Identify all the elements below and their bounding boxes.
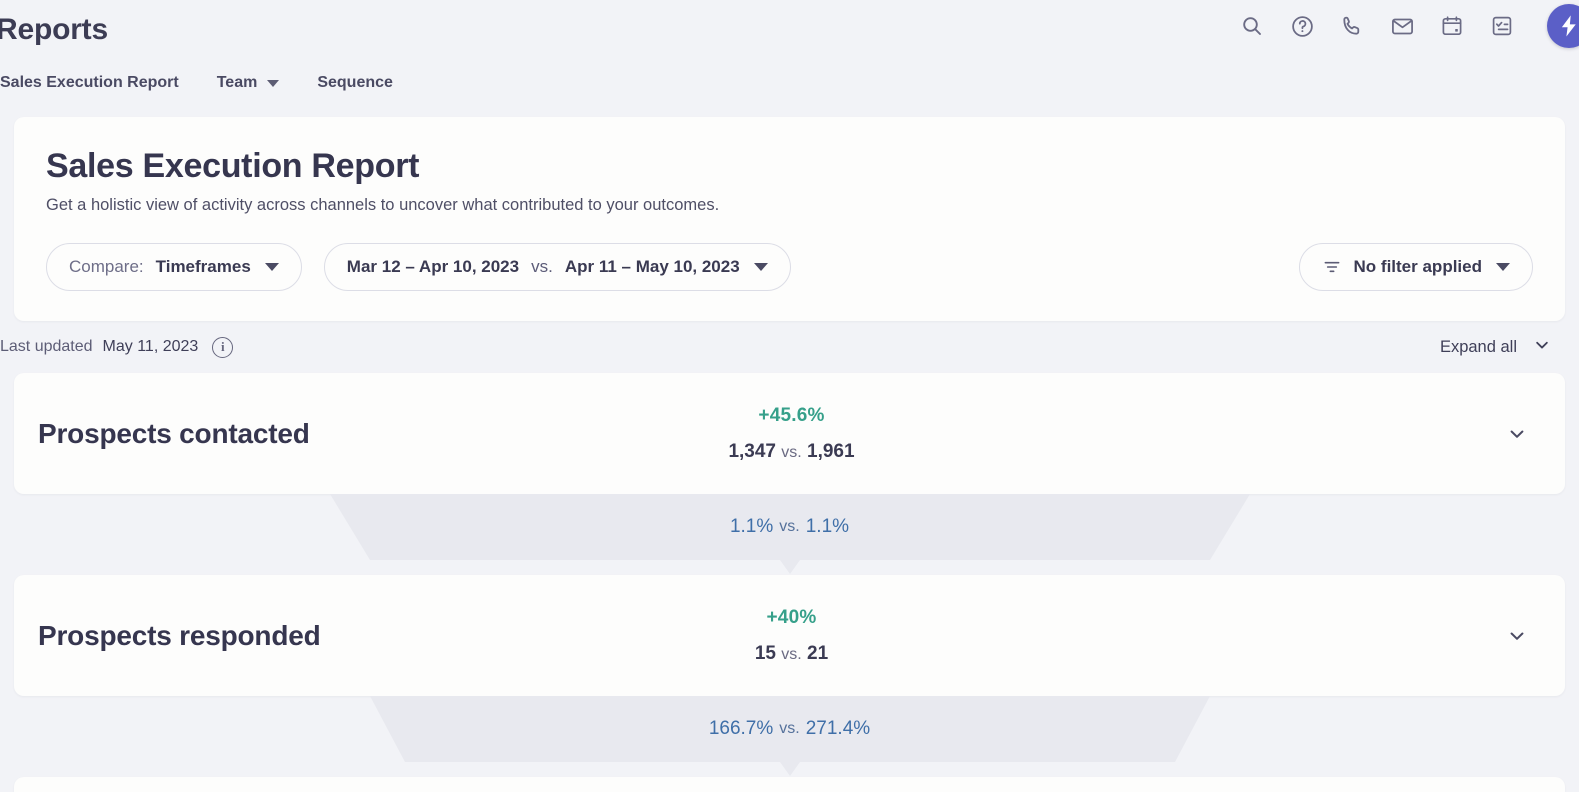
stage-vs: vs. — [781, 646, 801, 663]
report-controls: Compare: Timeframes Mar 12 – Apr 10, 202… — [46, 243, 1533, 291]
last-updated-row: Last updated May 11, 2023 i Expand all — [0, 321, 1579, 373]
stage-delta: +40% — [755, 607, 828, 629]
connector-primary: 166.7% — [709, 718, 773, 740]
chevron-down-icon — [1496, 263, 1510, 271]
stage-value-primary: 15 — [755, 643, 776, 664]
chevron-down-icon — [754, 263, 768, 271]
stage-delta: +45.6% — [728, 405, 854, 427]
funnel-stage-card[interactable]: Prospects responded +40% 15 vs. 21 — [14, 575, 1565, 696]
filter-selector[interactable]: No filter applied — [1299, 243, 1533, 291]
date-range-secondary: Apr 11 – May 10, 2023 — [565, 257, 740, 277]
app-title: Reports — [0, 13, 108, 47]
connector-vs: vs. — [779, 720, 799, 738]
filter-icon — [1322, 257, 1342, 277]
connector-vs: vs. — [779, 518, 799, 536]
last-updated-group: Last updated May 11, 2023 i — [0, 337, 233, 358]
stage-value-primary: 1,347 — [728, 441, 776, 462]
quick-action-button[interactable] — [1547, 4, 1579, 48]
stage-comparison: 15 vs. 21 — [755, 643, 828, 665]
stage-name: Prospects responded — [38, 620, 321, 652]
page-title: Sales Execution Report — [46, 147, 1533, 186]
funnel-stages: Prospects contacted +45.6% 1,347 vs. 1,9… — [0, 373, 1579, 792]
connector-primary: 1.1% — [730, 516, 773, 538]
funnel-stage-card[interactable]: Prospects contacted +45.6% 1,347 vs. 1,9… — [14, 373, 1565, 494]
nav-tabs: Sales Execution Report Team Sequence — [0, 60, 1579, 106]
chevron-down-icon — [267, 80, 279, 87]
info-icon[interactable]: i — [212, 337, 233, 358]
stage-value-secondary: 21 — [807, 643, 828, 664]
chevron-down-icon — [1533, 336, 1551, 359]
date-range-separator: vs. — [531, 257, 553, 277]
funnel-connector: 166.7% vs. 271.4% — [0, 696, 1579, 777]
expand-all-label: Expand all — [1440, 338, 1517, 357]
date-range-selector[interactable]: Mar 12 – Apr 10, 2023 vs. Apr 11 – May 1… — [324, 243, 791, 291]
tab-team[interactable]: Team — [217, 74, 280, 92]
search-icon[interactable] — [1239, 13, 1265, 39]
stage-vs: vs. — [781, 444, 801, 461]
lightning-bolt-icon — [1556, 13, 1579, 39]
connector-secondary: 1.1% — [806, 516, 849, 538]
page-subtitle: Get a holistic view of activity across c… — [46, 196, 1533, 215]
tab-sales-execution-report[interactable]: Sales Execution Report — [0, 74, 179, 92]
funnel-stage-card-partial[interactable] — [14, 777, 1565, 792]
expand-all-button[interactable]: Expand all — [1440, 336, 1551, 359]
stage-value-secondary: 1,961 — [807, 441, 855, 462]
tab-sequence[interactable]: Sequence — [317, 74, 393, 92]
connector-metrics: 166.7% vs. 271.4% — [0, 696, 1579, 762]
tab-label: Sequence — [317, 74, 393, 92]
date-range-primary: Mar 12 – Apr 10, 2023 — [347, 257, 519, 277]
stage-name: Prospects contacted — [38, 418, 310, 450]
filter-label: No filter applied — [1354, 257, 1482, 277]
last-updated-date: May 11, 2023 — [103, 338, 199, 356]
last-updated-label: Last updated — [0, 338, 93, 356]
compare-label: Compare: — [69, 257, 144, 277]
phone-icon[interactable] — [1339, 13, 1365, 39]
connector-secondary: 271.4% — [806, 718, 870, 740]
connector-metrics: 1.1% vs. 1.1% — [0, 494, 1579, 560]
tab-label: Team — [217, 74, 258, 92]
tasks-icon[interactable] — [1489, 13, 1515, 39]
stage-expand-chevron-down-icon[interactable] — [1507, 626, 1527, 646]
tab-label: Sales Execution Report — [0, 74, 179, 92]
report-header-card: Sales Execution Report Get a holistic vi… — [14, 117, 1565, 321]
help-circle-icon[interactable] — [1289, 13, 1315, 39]
compare-selector[interactable]: Compare: Timeframes — [46, 243, 302, 291]
calendar-icon[interactable] — [1439, 13, 1465, 39]
compare-value: Timeframes — [156, 257, 251, 277]
topbar-actions — [1239, 4, 1579, 48]
stage-comparison: 1,347 vs. 1,961 — [728, 441, 854, 463]
mail-icon[interactable] — [1389, 13, 1415, 39]
funnel-connector: 1.1% vs. 1.1% — [0, 494, 1579, 575]
chevron-down-icon — [265, 263, 279, 271]
stage-expand-chevron-down-icon[interactable] — [1507, 424, 1527, 444]
top-bar: Reports — [0, 0, 1579, 60]
